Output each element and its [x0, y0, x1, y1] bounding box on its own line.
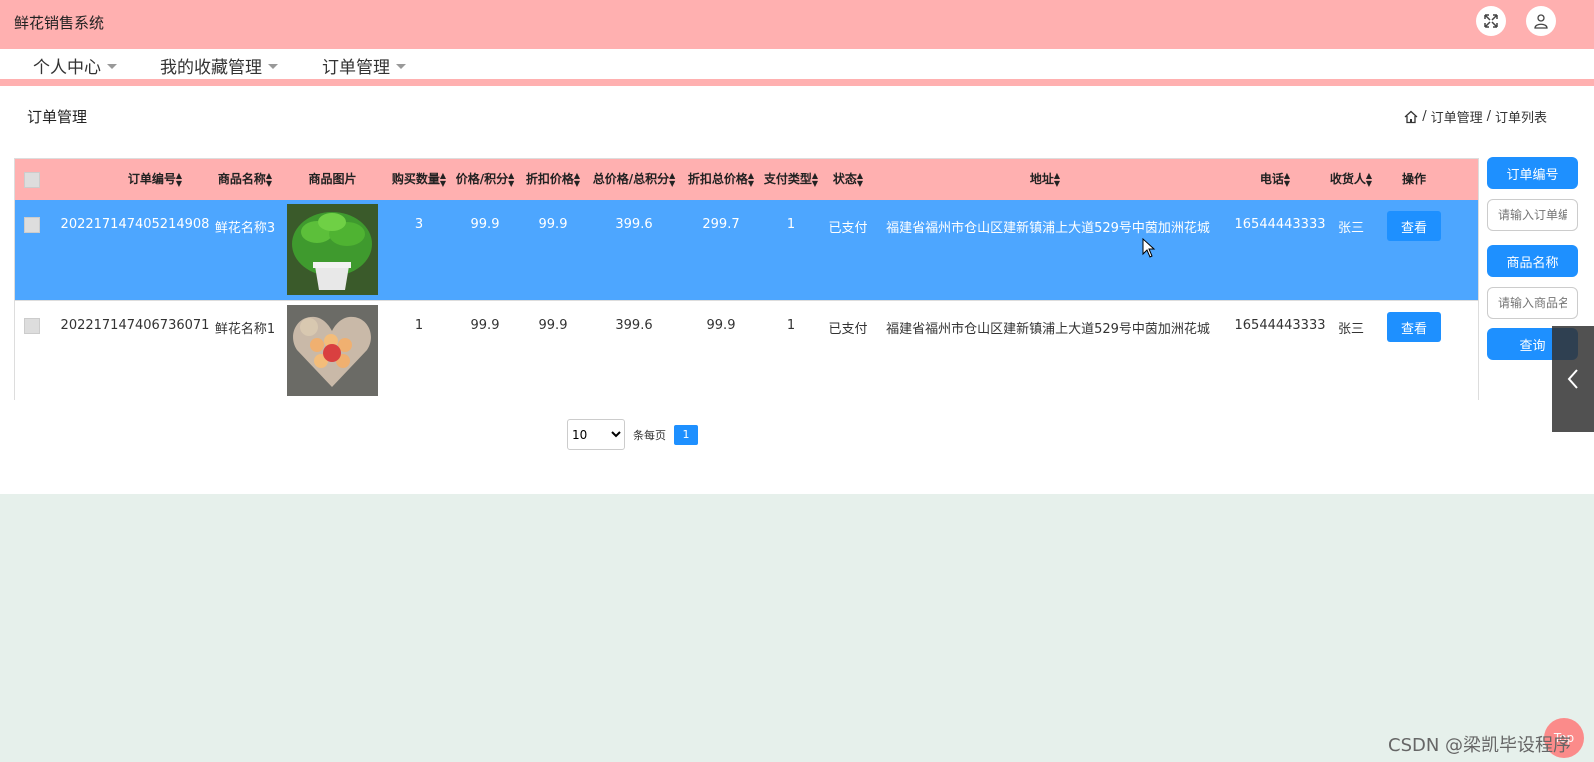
- column-header[interactable]: 地址▲ ▼: [1005, 159, 1085, 200]
- column-header[interactable]: 折扣总价格▲ ▼: [683, 159, 759, 200]
- breadcrumb-separator: /: [1422, 109, 1427, 124]
- discount-price: 99.9: [538, 217, 568, 232]
- page-size-select[interactable]: 10: [567, 419, 625, 450]
- column-header: 操作: [1401, 172, 1426, 186]
- nav-item-personal-center[interactable]: 个人中心: [33, 53, 117, 78]
- product-name-search-input[interactable]: [1487, 287, 1578, 319]
- nav-divider: [0, 79, 1594, 86]
- chevron-left-icon: [1567, 369, 1578, 389]
- sidebar-collapse-tab[interactable]: [1552, 326, 1594, 432]
- fullscreen-icon[interactable]: [1476, 6, 1506, 36]
- app-title: 鲜花销售系统: [14, 14, 105, 32]
- product-image: [287, 305, 378, 396]
- table-row[interactable]: 202217147406736071 鲜花名称1 1 99.9 99.9 399…: [15, 300, 1478, 400]
- sort-icon: ▲ ▼: [265, 170, 273, 188]
- order-number-label-button[interactable]: 订单编号: [1487, 157, 1578, 189]
- sort-icon: ▲ ▼: [175, 170, 183, 188]
- product-name: 鲜花名称3: [214, 221, 276, 236]
- column-header[interactable]: 电话▲ ▼: [1245, 159, 1305, 200]
- caret-down-icon: [268, 64, 278, 69]
- sort-icon: ▲ ▼: [1365, 170, 1373, 188]
- sort-icon: ▲ ▼: [1053, 170, 1061, 188]
- phone: 16544443333: [1234, 318, 1326, 333]
- sort-icon: ▲ ▼: [508, 170, 515, 188]
- column-header[interactable]: 商品名称▲ ▼: [210, 159, 280, 200]
- view-button[interactable]: 查看: [1387, 312, 1441, 342]
- page-title: 订单管理: [27, 108, 88, 126]
- discount-price: 99.9: [538, 318, 568, 333]
- column-header[interactable]: 折扣价格▲ ▼: [521, 159, 585, 200]
- breadcrumb-item: 订单列表: [1494, 111, 1547, 126]
- nav-item-label: 个人中心: [33, 58, 101, 78]
- mouse-cursor-icon: [1142, 238, 1156, 258]
- nav-item-label: 订单管理: [322, 58, 390, 78]
- sort-icon: ▲ ▼: [439, 170, 447, 188]
- breadcrumb-separator: /: [1486, 109, 1491, 124]
- user-icon[interactable]: [1526, 6, 1556, 36]
- product-image: [287, 204, 378, 295]
- price: 99.9: [470, 217, 500, 232]
- column-header[interactable]: 支付类型▲ ▼: [760, 159, 822, 200]
- total-price: 399.6: [615, 318, 653, 333]
- total-price: 399.6: [615, 217, 653, 232]
- address: 福建省福州市仓山区建新镇浦上大道529号中茵加洲花城: [886, 322, 1210, 337]
- per-page-label: 条每页: [633, 428, 666, 442]
- sort-icon: ▲ ▼: [811, 170, 819, 188]
- pay-type: 1: [786, 318, 796, 333]
- column-header[interactable]: 收货人▲ ▼: [1321, 159, 1381, 200]
- breadcrumb: / 订单管理 / 订单列表: [1404, 107, 1547, 126]
- order-number: 202217147405214908: [60, 217, 210, 232]
- receiver: 张三: [1337, 221, 1364, 236]
- sort-icon: ▲ ▼: [747, 170, 755, 188]
- pay-type: 1: [786, 217, 796, 232]
- column-header[interactable]: 总价格/总积分▲ ▼: [588, 159, 680, 200]
- phone: 16544443333: [1234, 217, 1326, 232]
- order-number-search-input[interactable]: [1487, 199, 1578, 231]
- sort-icon: ▲ ▼: [1283, 170, 1291, 188]
- column-header[interactable]: 状态▲ ▼: [825, 159, 871, 200]
- discount-total: 299.7: [702, 217, 740, 232]
- discount-total: 99.9: [706, 318, 736, 333]
- column-header[interactable]: 购买数量▲ ▼: [387, 159, 451, 200]
- status: 已支付: [828, 221, 868, 236]
- product-name-label-button[interactable]: 商品名称: [1487, 245, 1578, 277]
- page-number-button[interactable]: 1: [674, 424, 698, 445]
- nav-item-orders[interactable]: 订单管理: [322, 53, 406, 78]
- product-name: 鲜花名称1: [214, 322, 276, 337]
- row-checkbox[interactable]: [24, 318, 40, 334]
- sort-icon: ▲ ▼: [669, 170, 676, 188]
- select-all-checkbox[interactable]: [24, 172, 40, 188]
- caret-down-icon: [107, 64, 117, 69]
- table-header: 订单编号▲ ▼ 商品名称▲ ▼ 商品图片 购买数量▲ ▼ 价格/积分▲ ▼ 折扣价格▲ ▼…: [15, 159, 1478, 200]
- caret-down-icon: [396, 64, 406, 69]
- receiver: 张三: [1337, 322, 1364, 337]
- table-row[interactable]: 202217147405214908 鲜花名称3 3 99.9 99.9 399…: [15, 200, 1478, 300]
- column-header[interactable]: 价格/积分▲ ▼: [452, 159, 518, 200]
- order-table: 订单编号▲ ▼ 商品名称▲ ▼ 商品图片 购买数量▲ ▼ 价格/积分▲ ▼ 折扣价格▲ ▼…: [14, 158, 1479, 400]
- nav-item-favorites[interactable]: 我的收藏管理: [160, 53, 278, 78]
- row-checkbox[interactable]: [24, 217, 40, 233]
- sort-icon: ▲ ▼: [573, 170, 581, 188]
- watermark-text: CSDN @梁凯毕设程序: [1388, 735, 1572, 756]
- nav-item-label: 我的收藏管理: [160, 58, 262, 78]
- main-content: 订单管理 / 订单管理 / 订单列表 订单编号▲ ▼ 商品名称▲ ▼ 商品图片 购买…: [0, 86, 1594, 494]
- quantity: 1: [414, 318, 424, 333]
- column-header[interactable]: 订单编号▲ ▼: [95, 159, 215, 200]
- pagination: 10 条每页 1: [567, 419, 698, 450]
- top-bar: 鲜花销售系统: [0, 0, 1594, 49]
- sort-icon: ▲ ▼: [856, 170, 864, 188]
- quantity: 3: [414, 217, 424, 232]
- breadcrumb-item[interactable]: 订单管理: [1431, 107, 1483, 126]
- address: 福建省福州市仓山区建新镇浦上大道529号中茵加洲花城: [886, 221, 1210, 236]
- column-header: 商品图片: [308, 172, 357, 186]
- order-number: 202217147406736071: [60, 318, 210, 333]
- status: 已支付: [828, 322, 868, 337]
- home-icon[interactable]: [1404, 110, 1418, 124]
- price: 99.9: [470, 318, 500, 333]
- view-button[interactable]: 查看: [1387, 211, 1441, 241]
- nav-bar: 个人中心 我的收藏管理 订单管理: [0, 49, 1594, 79]
